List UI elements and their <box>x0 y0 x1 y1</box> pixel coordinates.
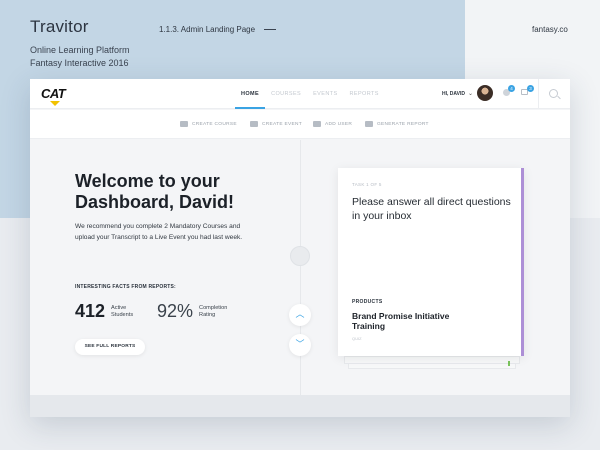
notification-badge: 4 <box>508 85 515 92</box>
shot-dash-divider <box>264 29 276 30</box>
project-title: Travitor <box>30 17 89 36</box>
user-icon <box>313 121 321 127</box>
carousel-handle[interactable] <box>290 246 310 266</box>
nav-item-reports[interactable]: REPORTS <box>344 79 385 109</box>
task-card[interactable]: TASK 1 OF 5 Please answer all direct que… <box>338 168 524 356</box>
intro-text: We recommend you complete 2 Mandatory Co… <box>75 223 243 241</box>
chevron-down-icon[interactable]: ﹀ <box>289 334 311 356</box>
cat-logo[interactable]: CAT <box>41 86 66 101</box>
chevron-down-icon[interactable]: ⌄ <box>468 90 473 97</box>
topbar-divider <box>538 79 539 109</box>
create-event-button[interactable]: CREATE EVENT <box>250 121 302 127</box>
logo-triangle-icon <box>50 101 60 106</box>
project-subtitle: Online Learning Platform Fantasy Interac… <box>30 44 130 70</box>
top-navigation-bar: CAT HOME COURSES EVENTS REPORTS HI, DAVI… <box>30 79 570 109</box>
avatar[interactable] <box>477 85 493 101</box>
welcome-line1: Welcome to your <box>75 171 220 191</box>
stat-label-line2: Rating <box>199 311 216 318</box>
see-full-reports-button[interactable]: SEE FULL REPORTS <box>75 339 145 355</box>
report-icon <box>365 121 373 127</box>
stat-value: 92% <box>157 301 194 321</box>
facts-label: INTERESTING FACTS FROM REPORTS: <box>75 284 176 290</box>
add-user-label: ADD USER <box>325 121 353 127</box>
user-greeting[interactable]: HI, DAVID <box>442 91 465 97</box>
task-question: Please answer all direct questions in yo… <box>352 196 511 222</box>
task-counter: TASK 1 OF 5 <box>352 182 382 187</box>
create-course-button[interactable]: CREATE COURSE <box>180 121 237 127</box>
stat-completion-rating: 92% Completion Rating <box>157 301 231 322</box>
course-icon <box>180 121 188 127</box>
dashboard-window: CAT HOME COURSES EVENTS REPORTS HI, DAVI… <box>30 79 570 417</box>
generate-report-button[interactable]: GENERATE REPORT <box>365 121 429 127</box>
stat-label-line1: Completion <box>199 304 228 311</box>
stat-label: Completion Rating <box>199 305 231 319</box>
quick-actions-bar: CREATE COURSE CREATE EVENT ADD USER GENE… <box>30 110 570 139</box>
stat-label-line2: Students <box>111 311 134 318</box>
cart-badge: 3 <box>527 85 534 92</box>
card-accent-bar <box>521 168 524 356</box>
card-stack-marker <box>508 361 510 366</box>
create-course-label: CREATE COURSE <box>192 121 237 127</box>
card-stack-layer <box>348 363 516 369</box>
add-user-button[interactable]: ADD USER <box>313 121 352 127</box>
stat-label-line1: Active <box>111 304 127 311</box>
window-footer <box>30 395 570 417</box>
nav-item-events[interactable]: EVENTS <box>307 79 343 109</box>
welcome-heading: Welcome to your Dashboard, David! <box>75 171 275 213</box>
chevron-up-icon[interactable]: ︿ <box>289 304 311 326</box>
project-subtitle-line2: Fantasy Interactive 2016 <box>30 58 129 68</box>
project-subtitle-line1: Online Learning Platform <box>30 45 130 55</box>
shot-label: 1.1.3. Admin Landing Page <box>159 25 256 34</box>
site-link[interactable]: fantasy.co <box>532 25 568 34</box>
search-icon[interactable] <box>549 89 558 98</box>
stat-active-students: 412 Active Students <box>75 301 143 322</box>
stat-label: Active Students <box>111 305 143 319</box>
event-icon <box>250 121 258 127</box>
product-label: PRODUCTS <box>352 299 383 305</box>
main-nav: HOME COURSES EVENTS REPORTS <box>235 79 385 109</box>
welcome-line2: Dashboard, David! <box>75 192 235 212</box>
nav-item-home[interactable]: HOME <box>235 79 266 109</box>
content-divider <box>300 140 301 395</box>
create-event-label: CREATE EVENT <box>262 121 303 127</box>
nav-item-courses[interactable]: COURSES <box>265 79 307 109</box>
stat-value: 412 <box>75 301 106 321</box>
product-title: Brand Promise Initiative Training <box>352 311 450 331</box>
generate-report-label: GENERATE REPORT <box>377 121 429 127</box>
product-subtitle: QUIZ <box>352 336 362 341</box>
